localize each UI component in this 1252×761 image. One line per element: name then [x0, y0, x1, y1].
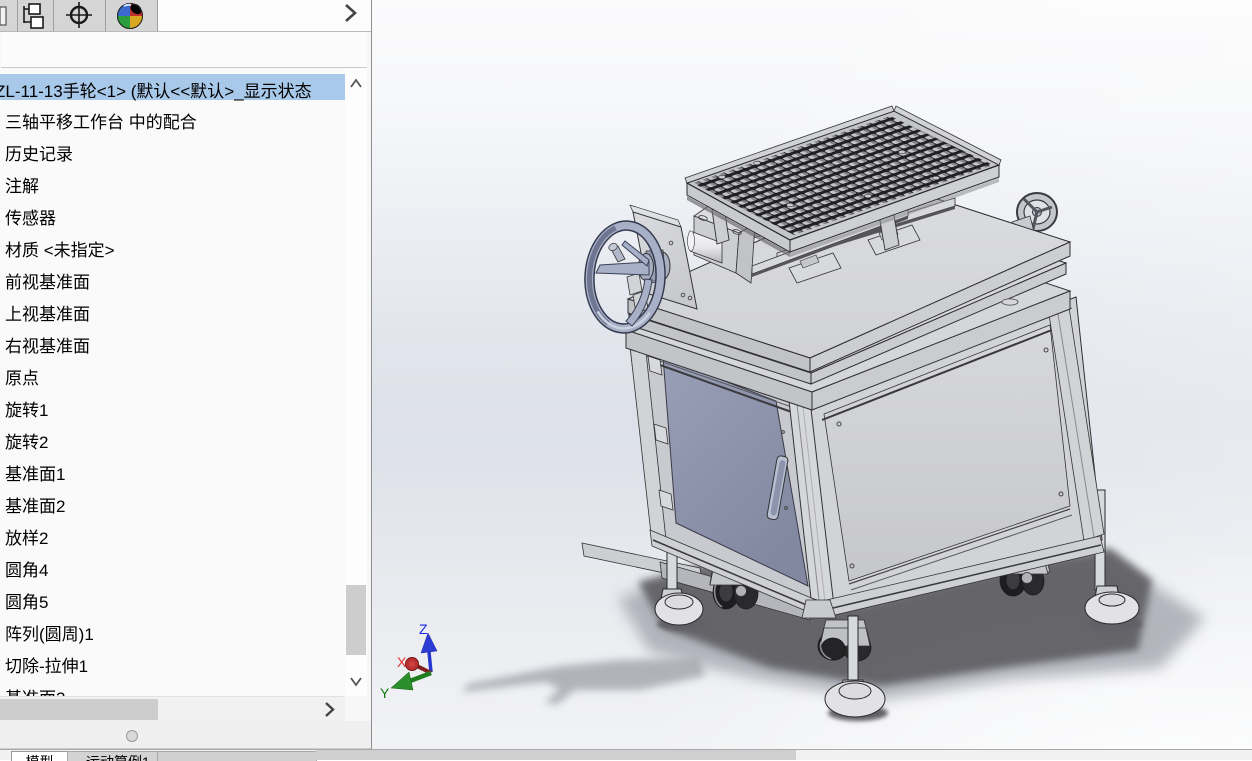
- svg-text:Y: Y: [380, 685, 390, 701]
- svg-text:Z: Z: [419, 621, 428, 637]
- svg-text:X: X: [397, 654, 407, 670]
